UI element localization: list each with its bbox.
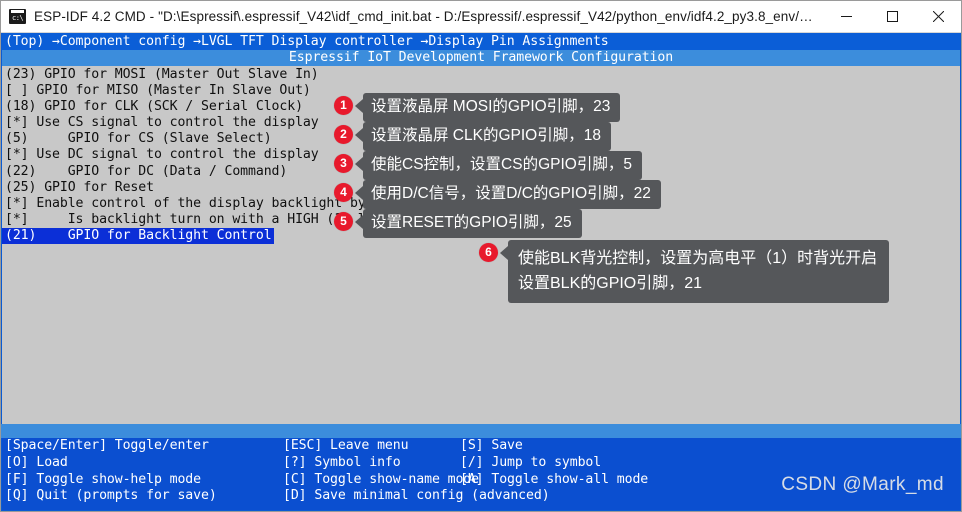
menu-item-label: (22) GPIO for DC (Data / Command) — [5, 163, 288, 179]
menu-item-label: (18) GPIO for CLK (SCK / Serial Clock) — [5, 99, 303, 115]
footer-shortcut[interactable]: [A] Toggle show-all mode — [460, 472, 648, 489]
annotation-callout: 4 使用D/C信号，设置D/C的GPIO引脚，22 — [334, 180, 661, 209]
annotation-callout: 5 设置RESET的GPIO引脚，25 — [334, 209, 582, 238]
annotation-text: 使能CS控制，设置CS的GPIO引脚，5 — [363, 151, 642, 180]
footer-shortcut[interactable]: [C] Toggle show-name mode — [283, 472, 479, 489]
menu-item-label: [*] Use DC signal to control the display — [5, 147, 319, 163]
watermark: CSDN @Mark_md — [781, 474, 944, 496]
annotation-text: 设置液晶屏 CLK的GPIO引脚，18 — [363, 122, 611, 151]
annotation-badge: 2 — [334, 125, 353, 144]
menu-item[interactable]: (23) GPIO for MOSI (Master Out Slave In) — [2, 67, 960, 83]
console-body[interactable]: (Top) →Component config →LVGL TFT Displa… — [1, 33, 961, 424]
callout-pointer-icon — [500, 246, 508, 260]
annotation-badge: 3 — [334, 154, 353, 173]
annotation-text: 使能BLK背光控制，设置为高电平（1）时背光开启 设置BLK的GPIO引脚，21 — [508, 240, 890, 303]
maximize-icon[interactable] — [869, 1, 915, 32]
annotation-badge: 5 — [334, 212, 353, 231]
window-title: ESP-IDF 4.2 CMD - "D:\Espressif\.espress… — [34, 9, 823, 24]
footer-shortcut[interactable]: [O] Load — [5, 455, 283, 472]
annotation-badge: 6 — [479, 243, 498, 262]
callout-pointer-icon — [355, 215, 363, 229]
callout-pointer-icon — [355, 186, 363, 200]
annotation-callout: 1 设置液晶屏 MOSI的GPIO引脚，23 — [334, 93, 621, 122]
menu-item-label: [ ] GPIO for MISO (Master In Slave Out) — [5, 83, 311, 99]
annotation-callout: 2 设置液晶屏 CLK的GPIO引脚，18 — [334, 122, 611, 151]
footer-shortcut[interactable]: [ESC] Leave menu — [283, 438, 460, 455]
footer-shortcut[interactable]: [Q] Quit (prompts for save) — [5, 488, 283, 505]
annotation-text: 设置液晶屏 MOSI的GPIO引脚，23 — [363, 93, 621, 122]
annotation-text: 使用D/C信号，设置D/C的GPIO引脚，22 — [363, 180, 661, 209]
console-window: ESP-IDF 4.2 CMD - "D:\Espressif\.espress… — [0, 0, 962, 512]
annotation-badge: 1 — [334, 96, 353, 115]
menu-item-label: [*] Use CS signal to control the display — [5, 115, 319, 131]
footer-shortcut[interactable]: [?] Symbol info — [283, 455, 460, 472]
menu-item-label: (25) GPIO for Reset — [5, 179, 154, 195]
breadcrumb: (Top) →Component config →LVGL TFT Displa… — [2, 33, 960, 50]
callout-pointer-icon — [355, 99, 363, 113]
config-banner: Espressif IoT Development Framework Conf… — [2, 50, 960, 66]
footer-shortcut[interactable]: [S] Save — [460, 438, 523, 455]
footer-row: [Space/Enter] Toggle/enter [ESC] Leave me… — [2, 438, 960, 455]
menu-item-selected-label: (21) GPIO for Backlight Control — [2, 227, 274, 245]
annotation-badge: 4 — [334, 183, 353, 202]
annotation-callout: 3 使能CS控制，设置CS的GPIO引脚，5 — [334, 151, 642, 180]
menu-item-label: (5) GPIO for CS (Slave Select) — [5, 131, 272, 147]
annotation-text: 设置RESET的GPIO引脚，25 — [363, 209, 582, 238]
minimize-icon[interactable] — [823, 1, 869, 32]
callout-pointer-icon — [355, 128, 363, 142]
annotation-callout: 6 使能BLK背光控制，设置为高电平（1）时背光开启 设置BLK的GPIO引脚，2… — [479, 240, 890, 303]
footer-shortcut[interactable]: [Space/Enter] Toggle/enter — [5, 438, 283, 455]
key-help-footer: [Space/Enter] Toggle/enter [ESC] Leave me… — [1, 438, 961, 511]
footer-shortcut[interactable]: [D] Save minimal config (advanced) — [283, 488, 550, 505]
footer-row: [O] Load [?] Symbol info [/] Jump to symbo… — [2, 455, 960, 472]
window-controls — [823, 1, 961, 32]
callout-pointer-icon — [355, 157, 363, 171]
title-bar: ESP-IDF 4.2 CMD - "D:\Espressif\.espress… — [1, 1, 961, 33]
footer-shortcut[interactable]: [F] Toggle show-help mode — [5, 472, 283, 489]
close-icon[interactable] — [915, 1, 961, 32]
cmd-console-icon — [9, 9, 26, 24]
footer-separator — [1, 424, 961, 438]
menu-item-label: (23) GPIO for MOSI (Master Out Slave In) — [5, 67, 319, 82]
footer-shortcut[interactable]: [/] Jump to symbol — [460, 455, 601, 472]
